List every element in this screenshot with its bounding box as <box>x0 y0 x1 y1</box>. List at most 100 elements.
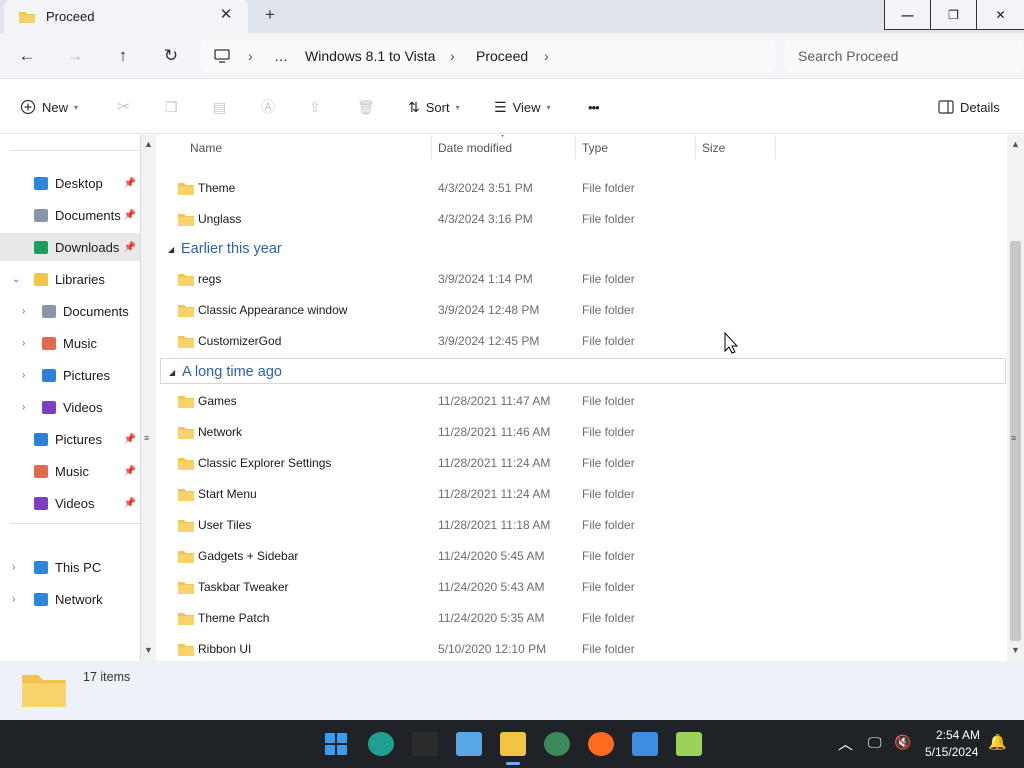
navigation-pane: Desktop 📌 Documents 📌 Downloads 📌 ⌄ Libraries › D… <box>0 135 156 661</box>
sidebar-item-library-documents[interactable]: › Documents <box>0 297 140 325</box>
scroll-grip-icon[interactable]: ≡ <box>1011 433 1016 443</box>
copy-button[interactable]: ❐ <box>165 80 178 134</box>
clock-date[interactable]: 5/15/2024 <box>925 745 978 759</box>
sidebar-item-library-music[interactable]: › Music <box>0 329 140 357</box>
tab-close-button[interactable]: ✕ <box>216 5 236 23</box>
search-box[interactable]: Search Proceed <box>784 40 1024 72</box>
notification-bell-icon[interactable]: 🔔 <box>988 733 1007 751</box>
search-input[interactable]: Search Proceed <box>798 48 898 64</box>
delete-button[interactable]: 🗑 <box>357 80 375 134</box>
notepad-icon[interactable] <box>632 732 658 756</box>
pictures-icon <box>42 368 56 382</box>
start-button[interactable] <box>324 732 350 756</box>
group-label: Earlier this year <box>181 241 282 257</box>
minimize-icon: — <box>901 7 914 22</box>
refresh-button[interactable]: ↻ <box>157 43 185 69</box>
sidebar-item-documents[interactable]: Documents 📌 <box>0 201 140 229</box>
table-row[interactable]: Network 11/28/2021 11:46 AM File folder <box>160 416 1000 447</box>
sidebar-item-label: Music <box>63 335 97 351</box>
sidebar-item-downloads[interactable]: Downloads 📌 <box>0 233 140 261</box>
file-list-scrollbar[interactable]: ▲ ≡ ▼ <box>1007 135 1024 661</box>
collapse-triangle-icon[interactable]: ◢ <box>168 245 174 254</box>
breadcrumb-item-0[interactable]: Windows 8.1 to Vista <box>305 48 435 64</box>
status-bar: 17 items <box>0 661 1024 720</box>
breadcrumb-more[interactable]: … <box>274 48 288 64</box>
chevron-up-icon[interactable]: ︿ <box>838 733 853 754</box>
view-button[interactable]: ☰ View ▾ <box>494 80 551 134</box>
table-row-partial[interactable] <box>160 147 1000 157</box>
chevron-down-icon[interactable]: ⌄ <box>12 274 20 285</box>
paste-button[interactable]: ▤ <box>213 80 226 134</box>
firefox-icon[interactable] <box>588 732 614 756</box>
table-row[interactable]: Games 11/28/2021 11:47 AM File folder <box>160 385 1000 416</box>
rename-button[interactable]: Ⓐ <box>261 80 275 134</box>
cell-name: Network <box>198 425 243 439</box>
tab-proceed[interactable]: Proceed ✕ <box>4 0 248 33</box>
scroll-down-icon[interactable]: ▼ <box>144 645 153 655</box>
scroll-up-icon[interactable]: ▲ <box>144 139 153 149</box>
new-tab-button[interactable]: + <box>258 5 282 25</box>
cut-button[interactable]: ✂ <box>117 80 130 134</box>
sidebar-item-pictures[interactable]: Pictures 📌 <box>0 425 140 453</box>
more-options-button[interactable]: ••• <box>588 80 600 134</box>
table-row[interactable]: CustomizerGod 3/9/2024 12:45 PM File folde… <box>160 325 1000 356</box>
chevron-right-icon[interactable]: › <box>22 402 25 413</box>
network-icon[interactable]: 🖵 <box>868 734 882 751</box>
forward-button[interactable]: → <box>61 43 89 69</box>
group-header[interactable]: ◢ Earlier this year <box>160 236 1006 262</box>
table-row[interactable]: Taskbar Tweaker 11/24/2020 5:43 AM File fo… <box>160 571 1000 602</box>
table-row[interactable]: Theme Patch 11/24/2020 5:35 AM File folder <box>160 602 1000 633</box>
collapse-triangle-icon[interactable]: ◢ <box>169 368 175 377</box>
sidebar-item-network[interactable]: › Network <box>0 585 140 613</box>
sidebar-item-desktop[interactable]: Desktop 📌 <box>0 169 140 197</box>
file-explorer-icon[interactable] <box>500 732 526 756</box>
address-bar[interactable]: › … Windows 8.1 to Vista › Proceed › <box>200 40 776 72</box>
chevron-right-icon[interactable]: › <box>12 562 15 573</box>
chevron-right-icon[interactable]: › <box>22 370 25 381</box>
sidebar-item-library-pictures[interactable]: › Pictures <box>0 361 140 389</box>
maximize-button[interactable]: ❐ <box>930 0 976 30</box>
terminal-icon[interactable] <box>412 732 438 756</box>
sidebar-item-library-videos[interactable]: › Videos <box>0 393 140 421</box>
breadcrumb-item-1[interactable]: Proceed <box>476 48 528 64</box>
chevron-right-icon[interactable]: › <box>22 338 25 349</box>
table-row[interactable]: Start Menu 11/28/2021 11:24 AM File folder <box>160 478 1000 509</box>
table-row[interactable]: Gadgets + Sidebar 11/24/2020 5:45 AM File … <box>160 540 1000 571</box>
sidebar-item-label: Music <box>55 463 89 479</box>
sort-button[interactable]: ⇅ Sort ▾ <box>408 80 460 134</box>
group-header[interactable]: ◢ A long time ago <box>160 358 1006 384</box>
table-row[interactable]: Unglass 4/3/2024 3:16 PM File folder <box>160 203 1000 234</box>
table-row[interactable]: User Tiles 11/28/2021 11:18 AM File folder <box>160 509 1000 540</box>
back-button[interactable]: ← <box>13 43 41 69</box>
sidebar-item-videos[interactable]: Videos 📌 <box>0 489 140 517</box>
share-button[interactable]: ⇪ <box>309 80 321 134</box>
sidebar-item-music[interactable]: Music 📌 <box>0 457 140 485</box>
table-row[interactable]: Classic Appearance window 3/9/2024 12:48 … <box>160 294 1000 325</box>
chrome-icon[interactable] <box>544 732 570 756</box>
scroll-up-icon[interactable]: ▲ <box>1011 139 1020 149</box>
chevron-right-icon[interactable]: › <box>22 306 25 317</box>
table-row[interactable]: Ribbon UI 5/10/2020 12:10 PM File folder <box>160 633 1000 661</box>
sidebar-item-libraries[interactable]: ⌄ Libraries <box>0 265 140 293</box>
scroll-grip-icon[interactable]: ≡ <box>144 433 149 443</box>
details-button[interactable]: Details <box>938 80 1000 134</box>
volume-muted-icon[interactable]: 🔇 <box>894 734 911 751</box>
new-button[interactable]: New ▾ <box>20 80 78 134</box>
clock-time[interactable]: 2:54 AM <box>936 728 980 742</box>
table-row[interactable]: Classic Explorer Settings 11/28/2021 11:2… <box>160 447 1000 478</box>
minimize-button[interactable]: — <box>884 0 930 30</box>
scroll-down-icon[interactable]: ▼ <box>1011 645 1020 655</box>
cell-date: 4/3/2024 3:16 PM <box>438 212 533 226</box>
close-button[interactable]: ✕ <box>976 0 1024 30</box>
cut-icon: ✂ <box>117 99 131 116</box>
chevron-right-icon[interactable]: › <box>12 594 15 605</box>
sidebar-scrollbar[interactable]: ▲ ≡ ▼ <box>140 135 156 661</box>
table-row[interactable]: regs 3/9/2024 1:14 PM File folder <box>160 263 1000 294</box>
edge-icon[interactable] <box>368 732 394 756</box>
control-panel-icon[interactable] <box>456 732 482 756</box>
cell-date: 11/24/2020 5:35 AM <box>438 611 545 625</box>
up-button[interactable]: ↑ <box>109 43 137 69</box>
sidebar-item-this-pc[interactable]: › This PC <box>0 553 140 581</box>
notepad-plus-icon[interactable] <box>676 732 702 756</box>
table-row[interactable]: Theme 4/3/2024 3:51 PM File folder <box>160 172 1000 203</box>
